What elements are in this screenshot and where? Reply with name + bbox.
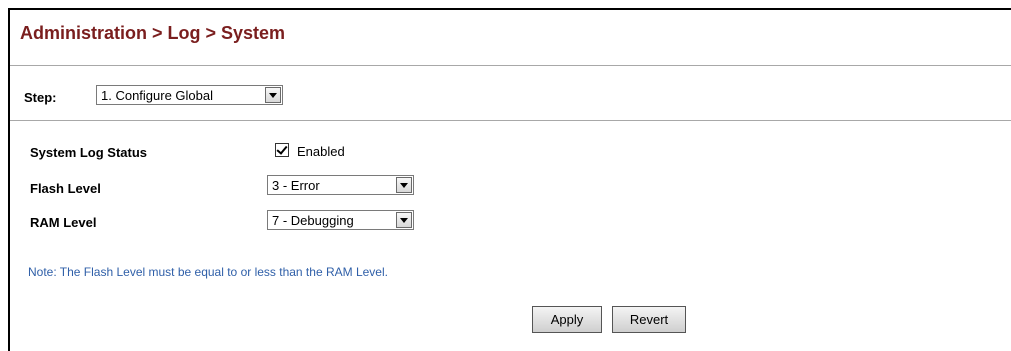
- enabled-label[interactable]: Enabled: [297, 144, 345, 159]
- system-log-status-label: System Log Status: [30, 145, 148, 160]
- ram-level-label: RAM Level: [30, 215, 97, 230]
- flash-level-label: Flash Level: [30, 181, 101, 196]
- step-divider: [10, 120, 1011, 121]
- flash-level-value: 3 - Error: [272, 178, 320, 193]
- chevron-down-icon[interactable]: [396, 177, 412, 193]
- step-label: Step:: [24, 90, 57, 105]
- flash-level-select[interactable]: 3 - Error: [267, 175, 414, 195]
- chevron-down-icon[interactable]: [396, 212, 412, 228]
- system-log-panel: Administration > Log > System Step: 1. C…: [8, 8, 1011, 351]
- checkmark-icon: [276, 143, 288, 155]
- level-note: Note: The Flash Level must be equal to o…: [28, 265, 388, 279]
- ram-level-select[interactable]: 7 - Debugging: [267, 210, 414, 230]
- system-log-status-checkbox[interactable]: [275, 143, 289, 157]
- step-select[interactable]: 1. Configure Global: [96, 85, 283, 105]
- chevron-down-icon[interactable]: [265, 87, 281, 103]
- revert-button[interactable]: Revert: [612, 306, 686, 333]
- apply-button[interactable]: Apply: [532, 306, 602, 333]
- step-select-value: 1. Configure Global: [101, 88, 214, 103]
- title-divider: [10, 65, 1011, 66]
- page-title: Administration > Log > System: [20, 23, 286, 43]
- ram-level-value: 7 - Debugging: [272, 213, 354, 228]
